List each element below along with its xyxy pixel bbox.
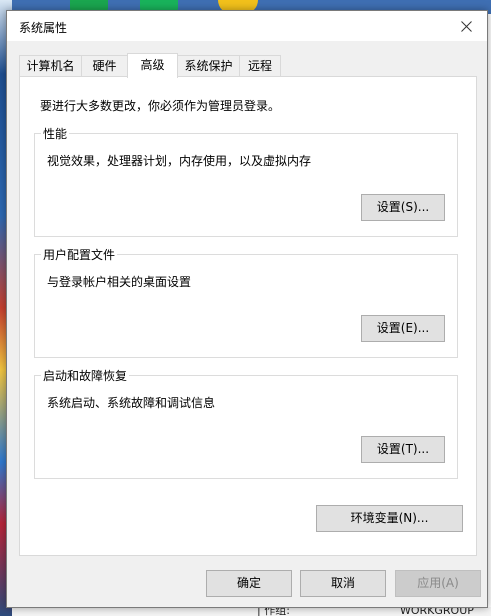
close-icon (460, 20, 472, 32)
window-title: 系统属性 (19, 21, 68, 35)
environment-variables-button[interactable]: 环境变量(N)... (316, 505, 463, 532)
workgroup-value: WORKGROUP (400, 607, 474, 616)
startup-recovery-group: 启动和故障恢复 系统启动、系统故障和调试信息 设置(T)... (34, 367, 458, 479)
startup-recovery-description: 系统启动、系统故障和调试信息 (47, 396, 216, 410)
user-profiles-settings-button[interactable]: 设置(E)... (361, 315, 445, 342)
performance-group: 性能 视觉效果，处理器计划，内存使用，以及虚拟内存 设置(S)... (34, 125, 458, 237)
tab-hardware[interactable]: 硬件 (81, 55, 128, 77)
background-window-bottom: | 作组: WORKGROUP (12, 607, 491, 616)
workgroup-label: | 作组: (257, 607, 290, 616)
cancel-button[interactable]: 取消 (300, 570, 386, 597)
admin-note: 要进行大多数更改，你必须作为管理员登录。 (40, 99, 281, 113)
user-profiles-group: 用户配置文件 与登录帐户相关的桌面设置 设置(E)... (34, 246, 458, 358)
ok-button[interactable]: 确定 (206, 570, 292, 597)
apply-button[interactable]: 应用(A) (395, 570, 481, 597)
performance-settings-button[interactable]: 设置(S)... (361, 194, 445, 221)
startup-recovery-title: 启动和故障恢复 (41, 367, 130, 384)
user-profiles-description: 与登录帐户相关的桌面设置 (47, 275, 192, 289)
user-profiles-title: 用户配置文件 (41, 246, 118, 263)
performance-title: 性能 (41, 125, 70, 142)
tab-system-protection[interactable]: 系统保护 (177, 55, 240, 77)
advanced-tab-page: 要进行大多数更改，你必须作为管理员登录。 性能 视觉效果，处理器计划，内存使用，… (19, 76, 477, 556)
close-button[interactable] (445, 11, 487, 41)
tab-computer-name[interactable]: 计算机名 (19, 55, 82, 77)
system-properties-dialog: 系统属性 计算机名 硬件 高级 系统保护 远程 要进行大多数更改，你必须作为管理… (6, 10, 488, 608)
tab-remote[interactable]: 远程 (239, 55, 281, 77)
performance-description: 视觉效果，处理器计划，内存使用，以及虚拟内存 (47, 154, 312, 168)
tab-advanced[interactable]: 高级 (127, 53, 178, 78)
title-bar[interactable]: 系统属性 (7, 11, 487, 41)
startup-recovery-settings-button[interactable]: 设置(T)... (361, 436, 445, 463)
